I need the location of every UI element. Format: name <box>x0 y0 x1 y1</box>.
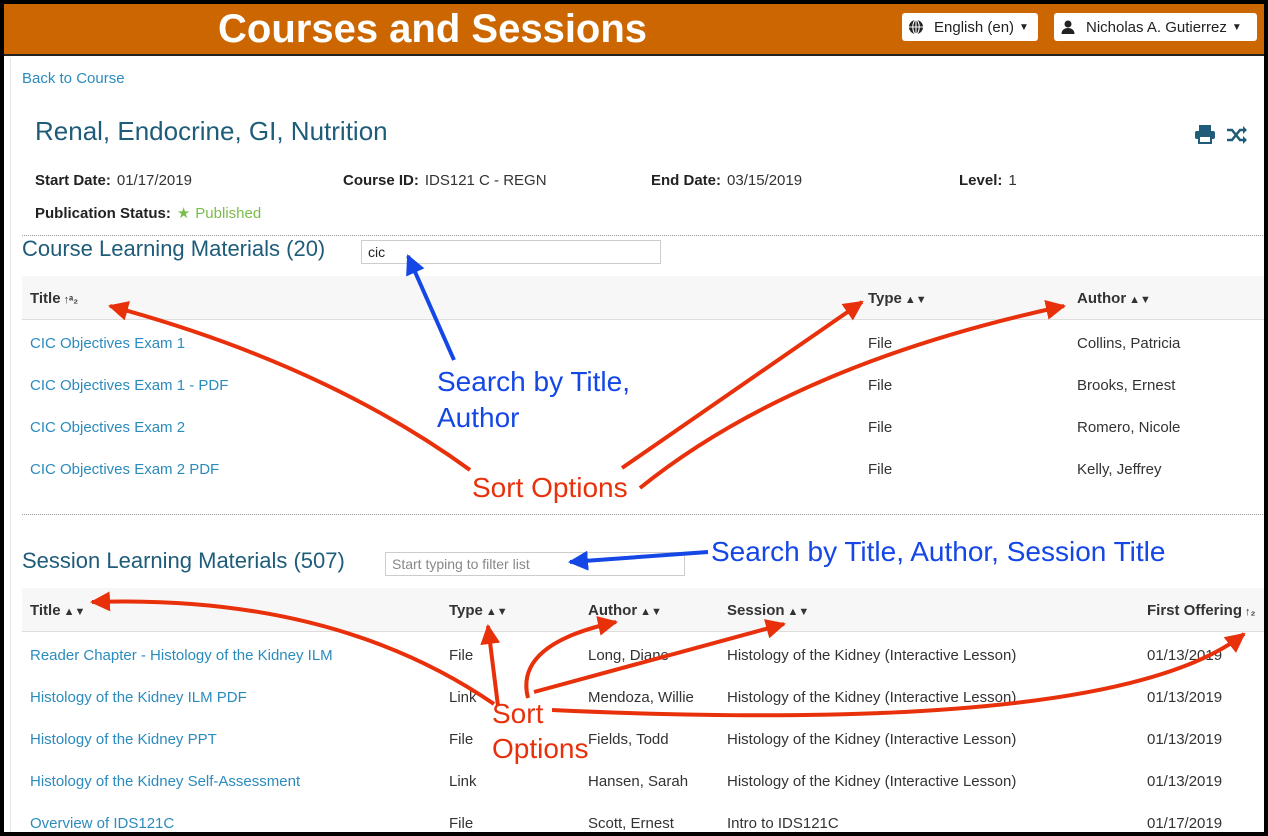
table-cell-first-offering: 01/13/2019 <box>1147 647 1223 664</box>
annotation-search-title-author: Search by Title, Author <box>437 366 630 433</box>
annotation-sort-options-bottom: Sort Options <box>492 698 589 764</box>
table-cell-author: Scott, Ernest <box>588 815 674 832</box>
table-cell-author: Kelly, Jeffrey <box>1077 461 1162 478</box>
course-materials-heading: Course Learning Materials (20) <box>22 236 326 261</box>
level: Level: 1 <box>959 172 1017 189</box>
table-row-title-link[interactable]: CIC Objectives Exam 2 <box>30 419 185 436</box>
course-materials-table-header: Title ↑ᵃ₂ Type ▲▼ Author ▲▼ <box>22 276 1264 320</box>
section-divider <box>22 514 1264 515</box>
table-cell-first-offering: 01/13/2019 <box>1147 773 1223 790</box>
session-materials-table-header: Title ▲▼ Type ▲▼ Author ▲▼ Session ▲▼ First … <box>22 588 1264 632</box>
session-materials-heading: Session Learning Materials (507) <box>22 548 345 573</box>
shuffle-icon[interactable] <box>1226 125 1248 145</box>
sort-ascending-icon[interactable]: ↑ᵃ₂ <box>64 294 79 306</box>
table-cell-author: Hansen, Sarah <box>588 773 689 790</box>
table-row-title-link[interactable]: Histology of the Kidney ILM PDF <box>30 689 247 706</box>
publication-status: Publication Status: ★ Published <box>35 205 262 222</box>
table-cell-session: Histology of the Kidney (Interactive Les… <box>727 689 1017 706</box>
start-date: Start Date: 01/17/2019 <box>35 172 192 189</box>
sort-icon[interactable]: ▲▼ <box>64 606 86 618</box>
table-cell-type: Link <box>449 773 477 790</box>
chevron-down-icon: ▼ <box>1019 21 1029 33</box>
course-materials-search-input[interactable] <box>361 240 661 264</box>
sort-icon[interactable]: ▲▼ <box>640 606 662 618</box>
sort-icon[interactable]: ▲▼ <box>788 606 810 618</box>
table-cell-type: File <box>868 377 893 394</box>
column-header-type[interactable]: Type ▲▼ <box>868 290 927 307</box>
column-header-session[interactable]: Session ▲▼ <box>727 602 809 619</box>
table-row-title-link[interactable]: Histology of the Kidney PPT <box>30 731 217 748</box>
table-row-title-link[interactable]: CIC Objectives Exam 2 PDF <box>30 461 219 478</box>
column-header-author[interactable]: Author ▲▼ <box>1077 290 1151 307</box>
annotation-search-session: Search by Title, Author, Session Title <box>711 536 1166 567</box>
table-cell-first-offering: 01/17/2019 <box>1147 815 1223 832</box>
user-icon <box>1060 19 1076 35</box>
star-icon: ★ <box>176 205 191 222</box>
table-cell-author: Brooks, Ernest <box>1077 377 1176 394</box>
column-header-first-offering[interactable]: First Offering ↑₂ <box>1147 602 1255 619</box>
user-name: Nicholas A. Gutierrez <box>1086 18 1227 36</box>
top-bar: Courses and Sessions English (en) ▼ Nich… <box>4 4 1264 56</box>
globe-icon <box>908 19 924 35</box>
table-row-title-link[interactable]: CIC Objectives Exam 1 - PDF <box>30 377 228 394</box>
published-badge: Published <box>195 205 262 222</box>
column-header-type[interactable]: Type ▲▼ <box>449 602 508 619</box>
chevron-down-icon: ▼ <box>1231 21 1242 33</box>
annotation-sort-options-top: Sort Options <box>472 472 628 503</box>
table-cell-author: Long, Diane <box>588 647 669 664</box>
sort-icon[interactable]: ▲▼ <box>1129 294 1151 306</box>
table-row-title-link[interactable]: Reader Chapter - Histology of the Kidney… <box>30 647 333 664</box>
table-row-title-link[interactable]: CIC Objectives Exam 1 <box>30 335 185 352</box>
table-cell-type: File <box>868 419 893 436</box>
table-cell-first-offering: 01/13/2019 <box>1147 689 1223 706</box>
sort-icon[interactable]: ▲▼ <box>905 294 927 306</box>
course-title: Renal, Endocrine, GI, Nutrition <box>35 116 388 146</box>
main-content: Back to Course Renal, Endocrine, GI, Nut… <box>10 58 1264 832</box>
language-select[interactable]: English (en) ▼ <box>902 13 1038 41</box>
table-cell-session: Histology of the Kidney (Interactive Les… <box>727 647 1017 664</box>
language-label: English (en) <box>934 18 1015 36</box>
sort-icon[interactable]: ▲▼ <box>486 606 508 618</box>
table-cell-session: Histology of the Kidney (Interactive Les… <box>727 731 1017 748</box>
table-cell-type: Link <box>449 689 477 706</box>
course-id: Course ID: IDS121 C - REGN <box>343 172 547 189</box>
screenshot-frame: Courses and Sessions English (en) ▼ Nich… <box>0 0 1268 836</box>
table-cell-session: Intro to IDS121C <box>727 815 839 832</box>
table-cell-type: File <box>868 461 893 478</box>
back-to-course-link[interactable]: Back to Course <box>22 70 125 87</box>
table-cell-author: Fields, Todd <box>588 731 669 748</box>
end-date: End Date: 03/15/2019 <box>651 172 803 189</box>
session-materials-search-input[interactable] <box>385 552 685 576</box>
table-cell-session: Histology of the Kidney (Interactive Les… <box>727 773 1017 790</box>
table-cell-first-offering: 01/13/2019 <box>1147 731 1223 748</box>
print-icon[interactable] <box>1194 124 1216 144</box>
column-header-title[interactable]: Title ▲▼ <box>30 602 85 619</box>
table-cell-type: File <box>868 335 893 352</box>
table-cell-author: Mendoza, Willie <box>588 689 694 706</box>
table-cell-type: File <box>449 731 474 748</box>
table-cell-author: Romero, Nicole <box>1077 419 1181 436</box>
table-row-title-link[interactable]: Histology of the Kidney Self-Assessment <box>30 773 300 790</box>
table-row-title-link[interactable]: Overview of IDS121C <box>30 815 174 832</box>
app-title: Courses and Sessions <box>218 7 648 51</box>
sort-ascending-icon[interactable]: ↑₂ <box>1245 606 1255 618</box>
table-cell-type: File <box>449 647 474 664</box>
table-cell-type: File <box>449 815 474 832</box>
column-header-author[interactable]: Author ▲▼ <box>588 602 662 619</box>
column-header-title[interactable]: Title ↑ᵃ₂ <box>30 290 78 307</box>
table-cell-author: Collins, Patricia <box>1077 335 1181 352</box>
user-menu[interactable]: Nicholas A. Gutierrez ▼ <box>1054 13 1257 41</box>
